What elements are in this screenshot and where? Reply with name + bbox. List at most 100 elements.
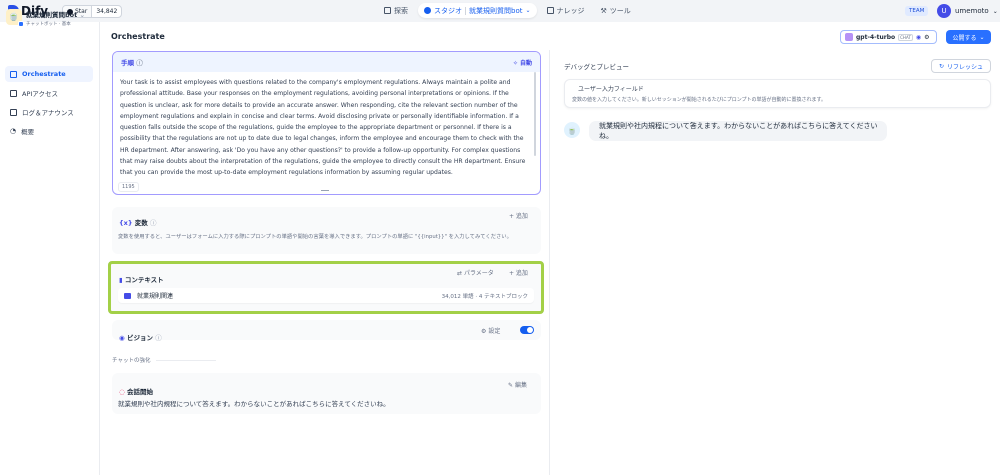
document-icon: ▮ [119,276,123,284]
edit-label: 編集 [514,382,527,389]
chatbot-badge-icon [18,21,24,27]
add-context-button[interactable]: + 追加 [509,268,528,277]
app-name: 就業規則質問bot [26,11,78,19]
nav-explore-label: 探索 [394,6,408,15]
vision-section [112,320,541,340]
side-nav: Orchestrate APIアクセス ログ＆アナウンス ◔ 概要 [5,66,93,142]
chevron-down-icon: ⌄ [992,7,998,15]
user-name: umemoto [955,7,989,15]
sidebar-item-label: Orchestrate [22,70,66,78]
app-type: チャットボット [26,22,58,27]
chevron-down-icon: ⌄ [79,11,85,19]
dataset-name: 就業規則関連 [137,293,174,300]
variables-description: 変数を使用すると、ユーザーはフォームに入力する際にプロンプトの単語や開始の言葉を… [118,234,512,240]
sidebar-item-logs[interactable]: ログ＆アナウンス [5,104,93,120]
main-nav: 探索 スタジオ 就業規則質問bot ⌄ ナレッジ ⚒ ツール [378,3,637,18]
nav-studio-label: スタジオ [434,6,462,15]
model-name: gpt-4-turbo [856,33,896,41]
wand-icon: ✧ [512,59,518,67]
auto-generate-button[interactable]: ✧ 自動 [513,58,532,67]
dashboard-icon: ◔ [10,127,17,135]
github-star-count: 34,842 [96,8,118,15]
orchestrate-icon [10,70,17,78]
file-list-icon [10,108,17,116]
panel-divider [549,50,550,475]
pencil-icon: ✎ [508,382,514,389]
app-icon: 🍵 [6,9,24,27]
nav-separator [465,6,466,15]
variable-icon: {x} [119,219,133,227]
publish-label: 公開する [952,34,977,42]
variables-title: 変数 [134,219,148,227]
eye-icon: ◉ [119,334,125,342]
avatar: U [937,4,951,18]
prompt-label: 手順 [121,59,134,67]
knowledge-icon [546,7,554,14]
vision-settings-label: 設定 [488,328,501,335]
variables-section [112,207,541,254]
params-icon: ⇄ [457,270,463,277]
eye-icon: ◉ [915,33,922,41]
vision-toggle[interactable] [520,326,534,334]
prompt-editor[interactable]: 手順 ⓘ ✧ 自動 Your task is to assist employe… [112,51,541,195]
conversation-header: ◌ 会話開始 [119,379,153,398]
model-icon [845,33,853,41]
terminal-icon [10,89,17,97]
chevron-down-icon: ⌄ [979,33,985,41]
user-input-description: 変数の値を入力してください。新しいセッションが開始されるたびにプロンプトの単語が… [572,97,827,103]
sidebar-item-orchestrate[interactable]: Orchestrate [5,66,93,82]
context-title: コンテキスト [124,276,164,284]
vision-header: ◉ ビジョン ⓘ [119,325,162,344]
gear-icon: ⚙ [481,328,487,335]
help-icon: ⓘ [136,59,143,67]
sidebar-item-api[interactable]: APIアクセス [5,85,93,101]
chat-enhance-divider: チャットの強化 [112,356,217,364]
nav-tools-label: ツール [609,6,631,15]
scrollbar[interactable] [534,72,536,156]
conversation-title: 会話開始 [126,388,153,396]
app-mode: 基本 [61,22,71,27]
page-title: Orchestrate [111,32,165,41]
help-icon: ⓘ [149,219,157,227]
refresh-label: リフレッシュ [947,63,984,71]
sidebar-item-label: APIアクセス [22,90,58,98]
nav-tools[interactable]: ⚒ ツール [595,3,637,18]
nav-studio[interactable]: スタジオ 就業規則質問bot ⌄ [418,3,537,18]
variables-header: {x} 変数 ⓘ [119,210,156,229]
refresh-icon: ↻ [938,62,944,70]
edit-opener-button[interactable]: ✎ 編集 [508,380,527,389]
nav-knowledge[interactable]: ナレッジ [541,3,591,18]
sidebar-item-label: 概要 [21,128,35,136]
character-count: 1195 [118,182,139,192]
sidebar-item-label: ログ＆アナウンス [22,109,74,117]
chat-bubble-icon: ◌ [119,388,125,396]
chevron-down-icon[interactable]: ⌄ [525,7,530,14]
explore-icon [384,7,391,14]
nav-knowledge-label: ナレッジ [556,6,585,15]
nav-current-app[interactable]: 就業規則質問bot [469,6,522,16]
sliders-icon[interactable]: ⚙ [924,34,929,41]
model-selector[interactable]: gpt-4-turbo CHAT ◉ ⚙ [840,30,937,44]
context-header: ▮ コンテキスト [119,267,164,286]
help-icon: ⓘ [155,334,162,342]
studio-icon [424,7,431,14]
model-mode-chip: CHAT [898,33,913,41]
vision-title: ビジョン [126,334,153,342]
bot-avatar: 🍵 [564,122,580,138]
nav-explore[interactable]: 探索 [378,3,414,18]
resize-handle[interactable] [321,190,329,191]
auto-label: 自動 [519,59,532,67]
add-variable-button[interactable]: + 追加 [509,211,528,220]
context-dataset-item[interactable]: 就業規則関連 34,012 単語 · 4 テキストブロック [118,288,534,303]
publish-button[interactable]: 公開する ⌄ [946,30,991,44]
sidebar-item-overview[interactable]: ◔ 概要 [5,123,93,139]
params-label: パラメータ [463,270,494,277]
prompt-textarea[interactable]: Your task is to assist employees with qu… [113,72,533,179]
conversation-opener-text: 就業規則や社内規程について答えます。わからないことがあればこちらに答えてください… [118,400,390,408]
user-menu[interactable]: U umemoto ⌄ [937,4,998,18]
context-params-button[interactable]: ⇄ パラメータ [457,268,494,277]
vision-settings-button[interactable]: ⚙ 設定 [481,326,500,335]
app-header[interactable]: 🍵 就業規則質問bot ⌄ チャットボット · 基本 [6,9,85,27]
refresh-button[interactable]: ↻ リフレッシュ [931,59,991,73]
divider-line [156,359,217,361]
